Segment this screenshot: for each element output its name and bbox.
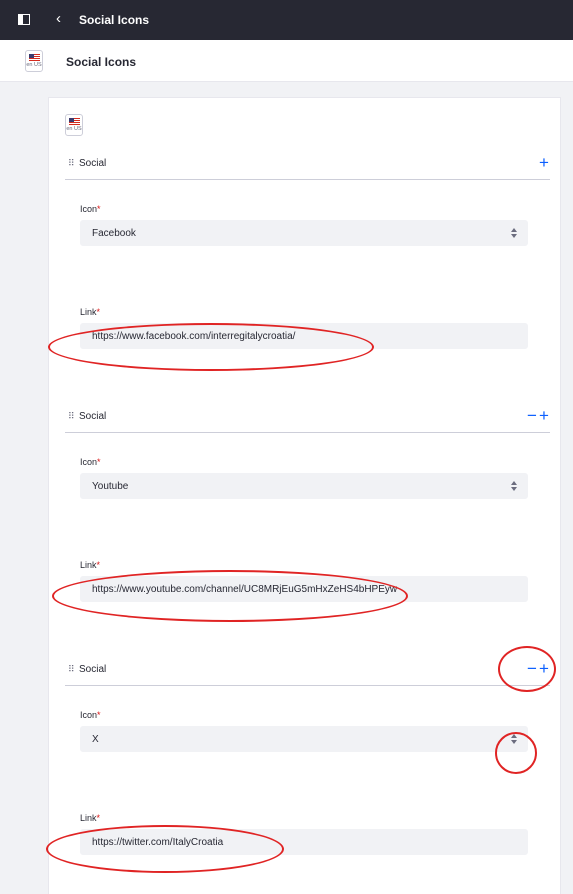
group-actions: − + bbox=[526, 406, 550, 426]
group-actions: − + bbox=[526, 659, 550, 679]
select-arrows-icon[interactable] bbox=[511, 227, 517, 239]
chevron-left-icon[interactable]: ‹ bbox=[56, 11, 61, 27]
top-bar: ‹ Social Icons bbox=[0, 0, 573, 40]
group-title: Social bbox=[79, 664, 107, 675]
us-flag-icon bbox=[28, 54, 40, 61]
locale-code: en US bbox=[26, 62, 42, 68]
link-input[interactable]: https://www.youtube.com/channel/UC8MRjEu… bbox=[80, 576, 528, 602]
select-arrows-icon[interactable] bbox=[511, 733, 517, 745]
drag-handle-icon[interactable]: ⠿ bbox=[68, 664, 75, 675]
add-social-button[interactable]: + bbox=[538, 659, 550, 679]
link-field: Link* https://www.youtube.com/channel/UC… bbox=[80, 560, 528, 602]
remove-social-button[interactable]: − bbox=[526, 659, 538, 679]
content-header: en US Social Icons bbox=[0, 40, 573, 82]
field-label: Link* bbox=[80, 560, 101, 570]
select-arrows-icon[interactable] bbox=[511, 480, 517, 492]
icon-select[interactable]: X bbox=[80, 726, 528, 752]
social-group: ⠿ Social − + Icon* X Link* https://twitt… bbox=[65, 658, 550, 855]
us-flag-icon bbox=[68, 118, 80, 125]
drag-handle-icon[interactable]: ⠿ bbox=[68, 158, 75, 169]
icon-field: Icon* Youtube bbox=[80, 457, 528, 499]
icon-select[interactable]: Youtube bbox=[80, 473, 528, 499]
form-card: en US ⠿ Social + Icon* Facebook Link* ht… bbox=[48, 97, 561, 894]
add-social-button[interactable]: + bbox=[538, 406, 550, 426]
link-field: Link* https://twitter.com/ItalyCroatia bbox=[80, 813, 528, 855]
group-header: ⠿ Social − + bbox=[65, 658, 550, 686]
add-social-button[interactable]: + bbox=[538, 153, 550, 173]
group-header: ⠿ Social − + bbox=[65, 405, 550, 433]
field-locale-selector[interactable]: en US bbox=[65, 114, 83, 136]
field-label: Link* bbox=[80, 307, 101, 317]
drag-handle-icon[interactable]: ⠿ bbox=[68, 411, 75, 422]
link-field: Link* https://www.facebook.com/interregi… bbox=[80, 307, 528, 349]
group-title: Social bbox=[79, 158, 107, 169]
locale-selector[interactable]: en US bbox=[25, 50, 43, 72]
field-label: Icon* bbox=[80, 457, 101, 467]
group-actions: + bbox=[538, 153, 550, 173]
field-label: Icon* bbox=[80, 710, 101, 720]
group-header: ⠿ Social + bbox=[65, 152, 550, 180]
social-group: ⠿ Social + Icon* Facebook Link* https://… bbox=[65, 152, 550, 349]
locale-code: en US bbox=[66, 126, 82, 132]
field-label: Link* bbox=[80, 813, 101, 823]
group-title: Social bbox=[79, 411, 107, 422]
page-title: Social Icons bbox=[79, 13, 150, 27]
remove-social-button[interactable]: − bbox=[526, 406, 538, 426]
workspace: en US ⠿ Social + Icon* Facebook Link* ht… bbox=[0, 82, 573, 894]
content-title: Social Icons bbox=[66, 55, 137, 69]
social-group: ⠿ Social − + Icon* Youtube Link* https:/… bbox=[65, 405, 550, 602]
icon-select[interactable]: Facebook bbox=[80, 220, 528, 246]
link-input[interactable]: https://twitter.com/ItalyCroatia bbox=[80, 829, 528, 855]
field-label: Icon* bbox=[80, 204, 101, 214]
sidebar-toggle-icon[interactable] bbox=[18, 14, 30, 25]
icon-field: Icon* X bbox=[80, 710, 528, 752]
link-input[interactable]: https://www.facebook.com/interregitalycr… bbox=[80, 323, 528, 349]
icon-field: Icon* Facebook bbox=[80, 204, 528, 246]
